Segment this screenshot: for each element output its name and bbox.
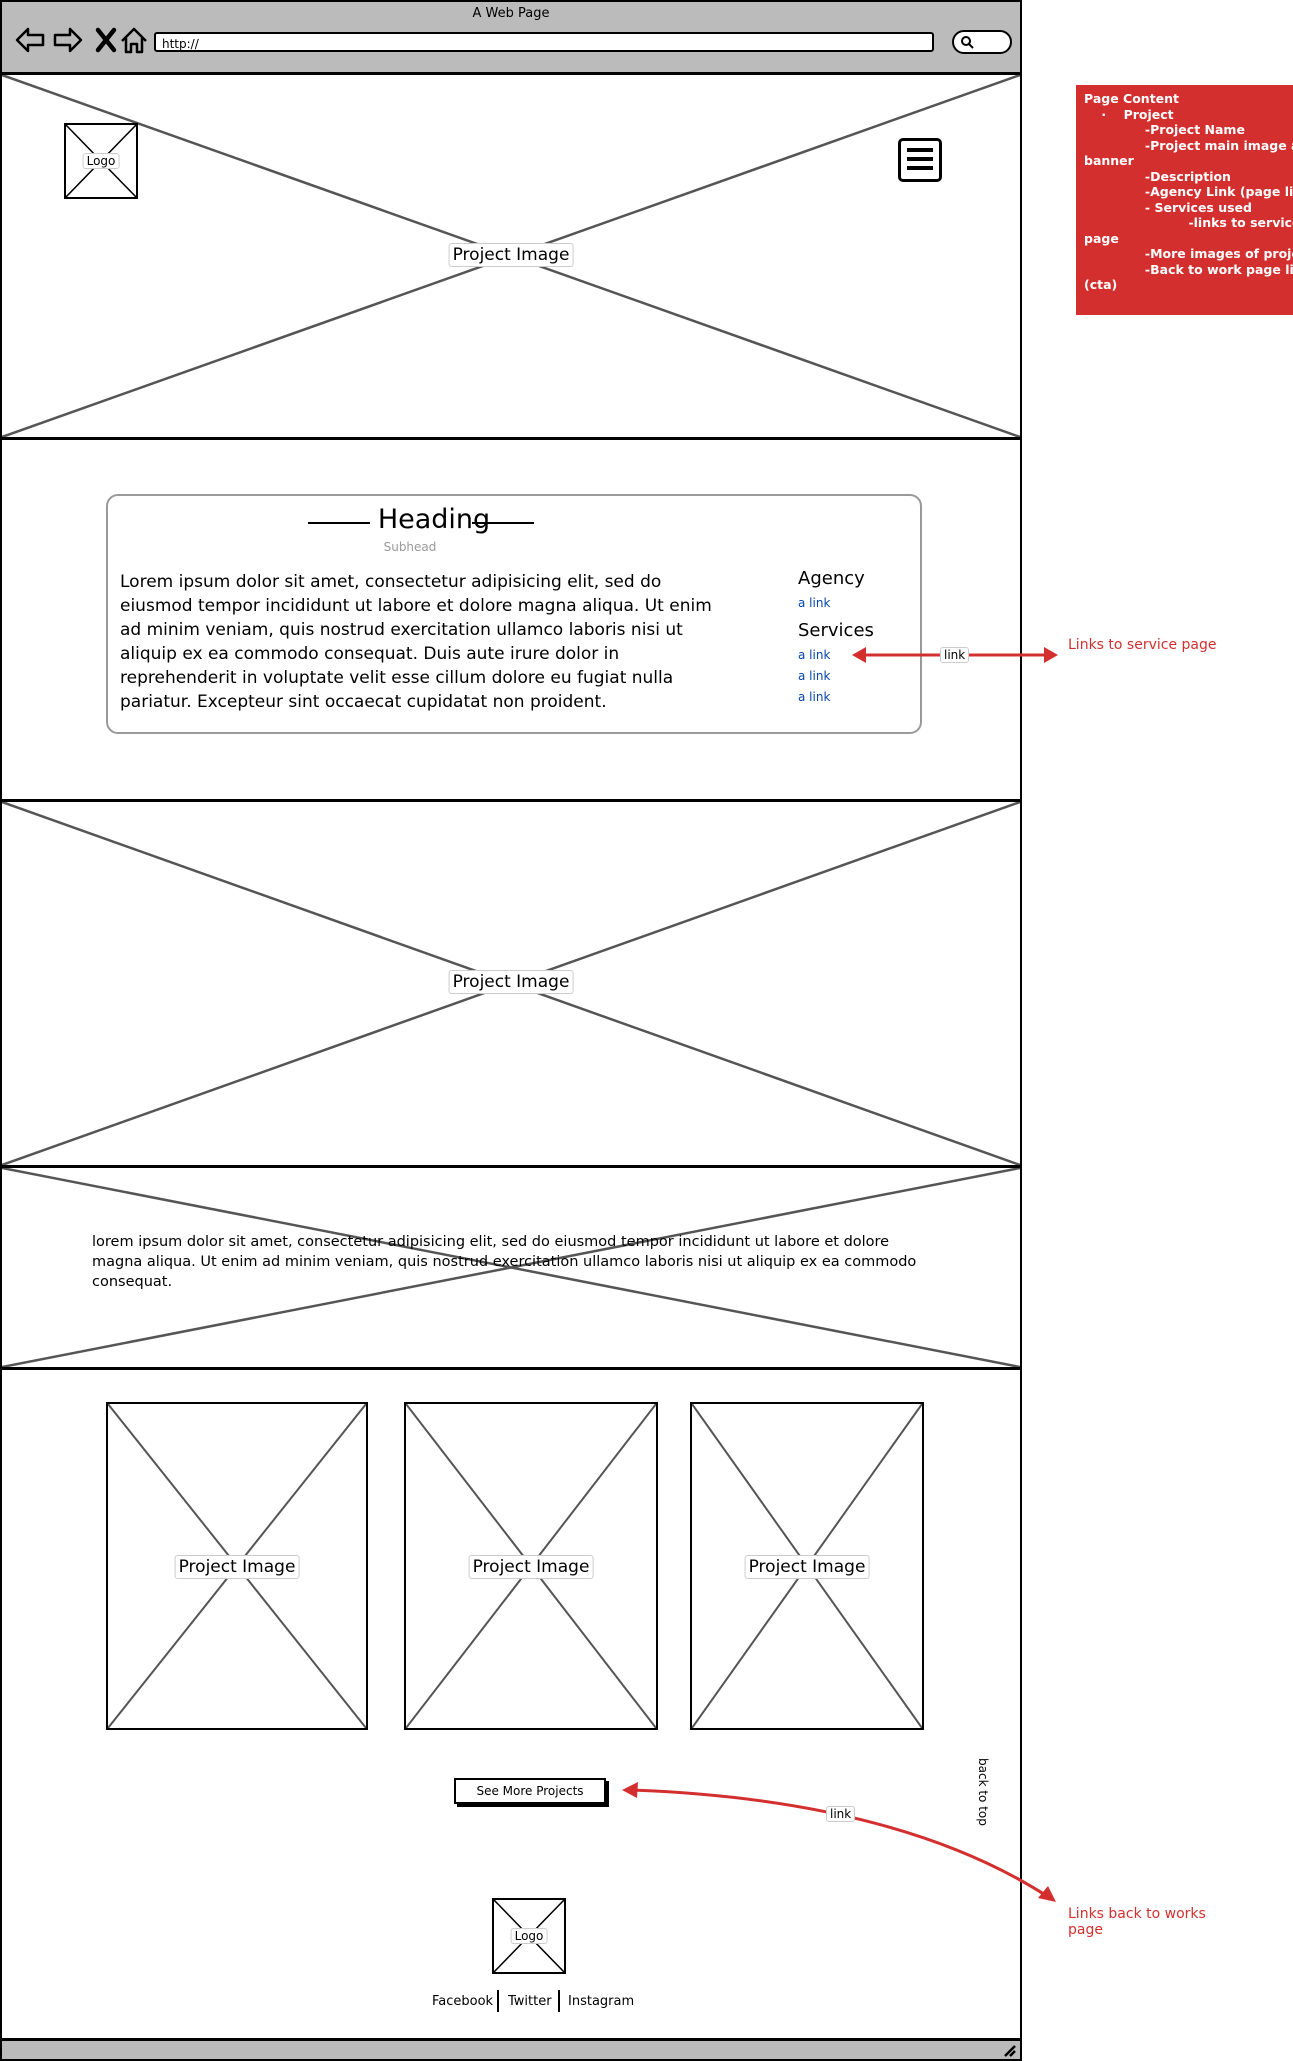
hero-section: Project Image Logo	[2, 75, 1020, 440]
note-line: -Back to work page link	[1084, 261, 1293, 277]
note-line: -More images of project	[1084, 246, 1293, 261]
cta-note-line: Links back to works	[1068, 1906, 1206, 1922]
browser-statusbar	[2, 2038, 1020, 2059]
resize-grip-icon[interactable]	[1002, 2045, 1016, 2057]
social-divider	[497, 1990, 499, 2012]
search-icon	[961, 36, 974, 49]
cta-note: Links back to works page	[1068, 1906, 1206, 1938]
note-line: - Services used	[1084, 199, 1252, 215]
page-content-note: Page Content · Project -Project Name -Pr…	[1076, 85, 1293, 315]
note-line: -Agency Link (page link)	[1084, 184, 1293, 199]
hero-image-label: Project Image	[448, 243, 574, 267]
subhead: Subhead	[383, 540, 437, 554]
logo-label: Logo	[82, 153, 120, 169]
project-tile[interactable]: Project Image	[690, 1402, 924, 1730]
social-divider	[558, 1990, 560, 2012]
note-line: banner	[1084, 153, 1134, 168]
cta-link-arrow-icon	[622, 1782, 1056, 1902]
gallery-image-section: Project Image	[2, 802, 1020, 1168]
window-title: A Web Page	[472, 6, 550, 21]
quote-text: lorem ipsum dolor sit amet, consectetur …	[92, 1234, 917, 1290]
home-icon[interactable]	[118, 24, 150, 56]
project-tile-label: Project Image	[744, 1555, 870, 1579]
note-line: page	[1084, 230, 1119, 246]
agency-heading: Agency	[798, 568, 865, 589]
see-more-projects-button[interactable]: See More Projects	[454, 1778, 606, 1804]
footer-logo[interactable]: Logo	[492, 1898, 566, 1974]
service-link[interactable]: a link	[798, 648, 830, 662]
note-line: (cta)	[1084, 277, 1118, 292]
services-link-pill: link	[940, 647, 970, 663]
project-tile-label: Project Image	[468, 1555, 594, 1579]
instagram-link[interactable]: Instagram	[568, 1994, 634, 2009]
logo-label: Logo	[510, 1928, 548, 1944]
note-line: -links to service	[1084, 215, 1293, 230]
note-line: -Project Name	[1084, 122, 1245, 137]
gallery-image-label: Project Image	[448, 970, 574, 994]
browser-window: A Web Page http:// Project Image Logo He…	[0, 0, 1022, 2061]
services-heading: Services	[798, 620, 874, 641]
note-line: -Description	[1084, 168, 1231, 184]
facebook-link[interactable]: Facebook	[432, 1994, 493, 2009]
services-note: Links to service page	[1068, 637, 1217, 653]
twitter-link[interactable]: Twitter	[508, 1994, 552, 2009]
search-field[interactable]	[952, 30, 1012, 54]
cta-note-line: page	[1068, 1922, 1103, 1938]
service-link[interactable]: a link	[798, 669, 830, 683]
back-arrow-icon[interactable]	[14, 24, 46, 56]
project-tile[interactable]: Project Image	[404, 1402, 658, 1730]
project-tile[interactable]: Project Image	[106, 1402, 368, 1730]
service-link[interactable]: a link	[798, 690, 830, 704]
address-bar[interactable]: http://	[154, 32, 934, 52]
note-line: · Project	[1084, 106, 1174, 122]
header-logo[interactable]: Logo	[64, 123, 138, 199]
cta-link-pill: link	[826, 1806, 856, 1822]
page-heading: Heading	[377, 504, 491, 535]
note-title: Page Content	[1084, 91, 1180, 106]
project-description: Lorem ipsum dolor sit amet, consectetur …	[120, 572, 712, 712]
forward-arrow-icon[interactable]	[52, 24, 84, 56]
browser-titlebar: A Web Page http://	[2, 2, 1020, 75]
project-tile-label: Project Image	[174, 1555, 300, 1579]
note-line: -Project main image as	[1084, 137, 1293, 153]
hamburger-menu-icon[interactable]	[898, 138, 942, 182]
agency-link[interactable]: a link	[798, 596, 830, 610]
